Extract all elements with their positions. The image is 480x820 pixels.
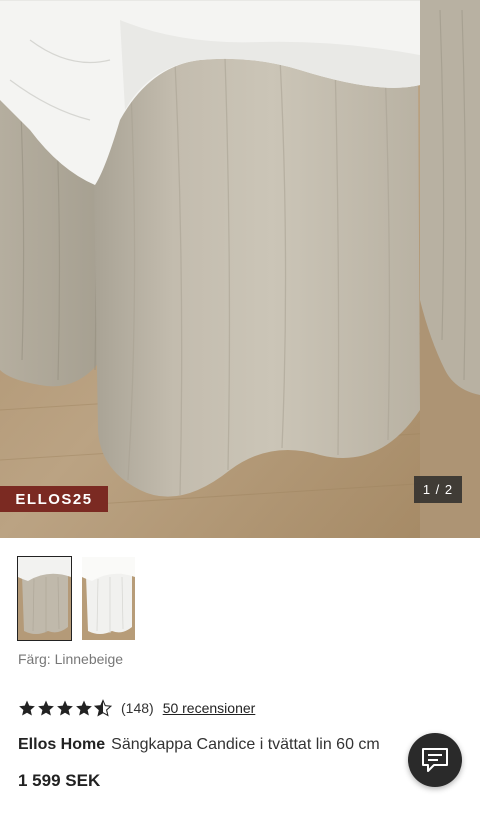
half-star-icon [94,699,112,717]
product-image [0,0,480,538]
star-icon [19,700,35,716]
brand-name[interactable]: Ellos Home [18,736,105,753]
star-rating [18,699,112,717]
chat-bubble-icon [422,748,448,772]
rating-row: (148) 50 recensioner [18,698,255,718]
product-image-carousel[interactable]: ELLOS25 1 / 2 [0,0,480,538]
thumbnail-linen-beige[interactable] [17,556,72,641]
chat-button[interactable] [408,733,462,787]
star-icon [57,700,73,716]
rating-count: (148) [121,700,154,716]
promo-code-badge: ELLOS25 [0,486,108,512]
product-price: 1 599 SEK [18,771,101,790]
thumbnail-white[interactable] [82,557,135,640]
product-name: Sängkappa Candice i tvättat lin 60 cm [111,736,380,753]
star-icon [38,700,54,716]
thumbnail-strip [17,556,135,641]
selected-color-label: Färg: Linnebeige [18,651,124,667]
image-counter: 1 / 2 [414,476,462,503]
product-title: Ellos Home Sängkappa Candice i tvättat li… [18,736,418,754]
star-icon [76,700,92,716]
reviews-link[interactable]: 50 recensioner [163,700,256,716]
